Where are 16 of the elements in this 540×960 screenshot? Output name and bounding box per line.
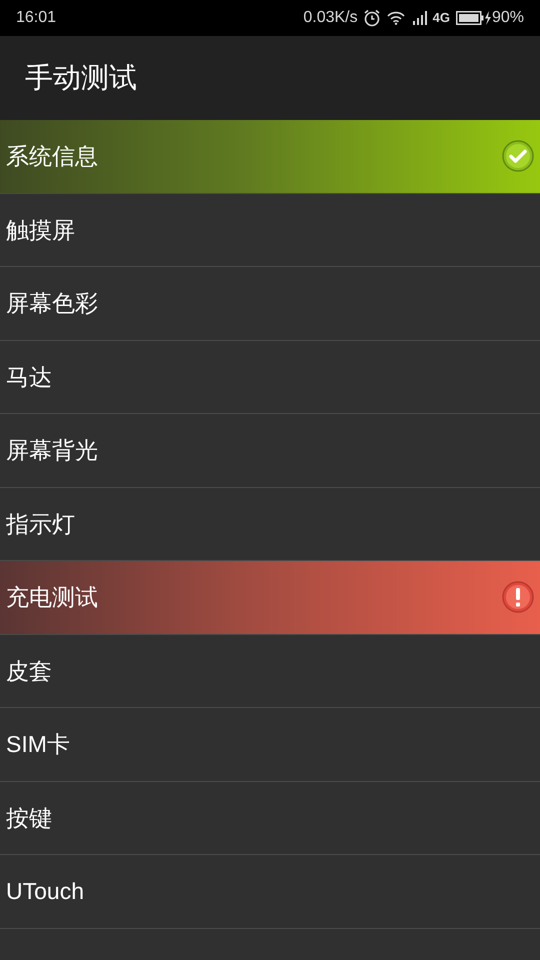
test-item[interactable]: 皮套 — [0, 634, 540, 708]
network-speed-text: 0.03K/s — [303, 8, 358, 28]
alarm-icon — [362, 9, 381, 27]
network-type-text: 4G — [432, 9, 450, 28]
test-item[interactable]: 指示灯 — [0, 488, 540, 561]
test-item[interactable]: 充电测试 — [0, 561, 540, 634]
battery-charging-icon — [456, 11, 492, 25]
battery-percent-text: 90% — [492, 8, 524, 28]
test-item[interactable]: 马达 — [0, 340, 540, 414]
test-item[interactable]: 按键 — [0, 782, 540, 855]
signal-icon — [412, 11, 429, 25]
test-item[interactable]: 触摸屏 — [0, 194, 540, 267]
page-title: 手动测试 — [25, 61, 137, 95]
test-item[interactable]: 系统信息 — [0, 120, 540, 194]
wifi-icon — [386, 11, 405, 25]
clock-text: 16:01 — [16, 8, 56, 28]
